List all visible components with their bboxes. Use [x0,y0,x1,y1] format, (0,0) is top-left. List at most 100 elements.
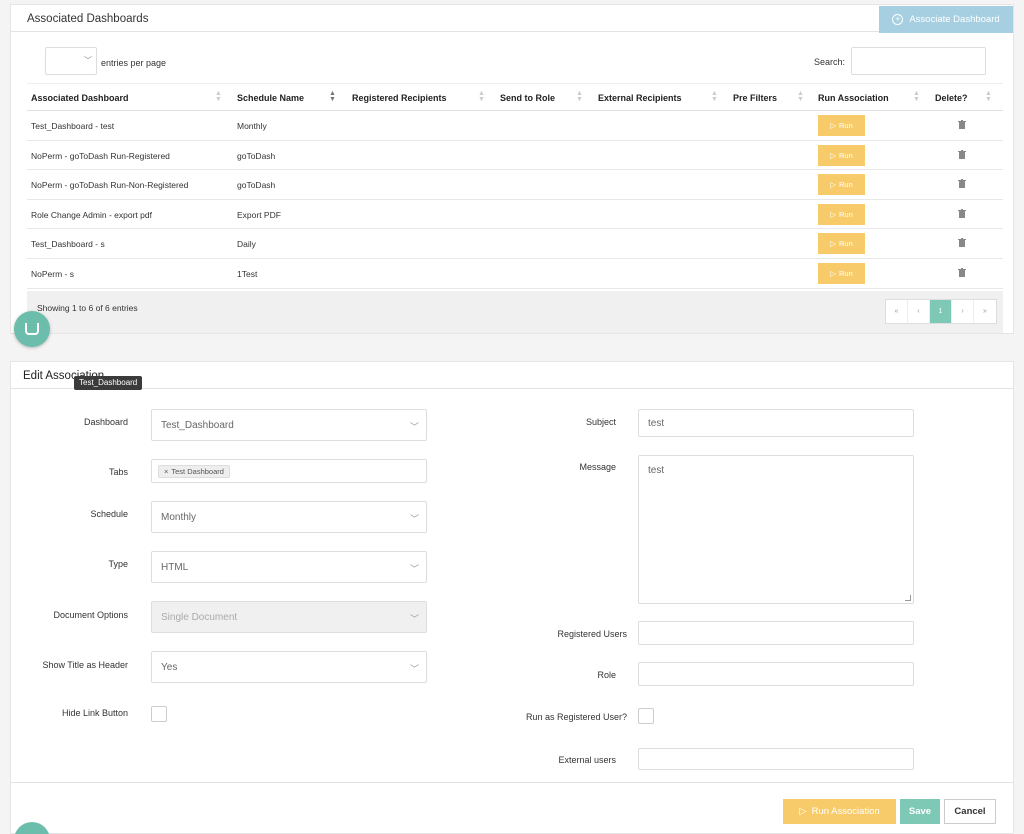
type-label: Type [108,559,128,569]
remove-tag-icon[interactable]: × [164,467,168,476]
cell-dashboard: NoPerm - goToDash Run-Registered [31,150,170,161]
chat-icon [25,323,39,335]
chevron-down-icon: ﹀ [409,422,419,432]
show-title-select[interactable]: Yes ﹀ [151,651,427,683]
run-button[interactable]: ▷ Run [818,233,865,255]
run-association-button[interactable]: ▷ Run Association [783,799,896,824]
cell-schedule: Daily [237,239,256,250]
subject-label: Subject [585,417,616,427]
run-as-registered-label: Run as Registered User? [525,712,627,722]
table-row: Test_Dashboard - test Monthly ▷ Run [27,111,1003,141]
chevron-down-icon: ﹀ [409,514,419,524]
cell-schedule: goToDash [237,150,276,161]
run-button[interactable]: ▷ Run [818,174,865,196]
entries-per-page-select[interactable]: ﹀ [45,47,97,75]
run-as-registered-checkbox[interactable] [638,708,654,724]
sort-icon[interactable]: ▲ ▼ [797,90,804,103]
show-title-value: Yes [161,661,178,673]
registered-users-input[interactable] [638,621,914,645]
type-select[interactable]: HTML ﹀ [151,551,427,583]
sort-icon[interactable]: ▲ ▼ [329,90,336,103]
associate-dashboard-label: Associate Dashboard [909,14,1000,25]
cell-dashboard: Test_Dashboard - s [31,239,105,250]
external-users-input[interactable] [638,748,914,770]
trash-icon[interactable] [958,179,966,189]
play-icon: ▷ [799,806,807,817]
subject-value: test [648,417,665,429]
schedule-label: Schedule [90,509,128,519]
message-label: Message [579,462,616,472]
sort-icon[interactable]: ▲ ▼ [711,90,718,103]
play-icon: ▷ [830,268,836,278]
search-input[interactable] [851,47,986,75]
sort-icon[interactable]: ▲ ▼ [576,90,583,103]
tabs-multiselect[interactable]: × Test Dashboard [151,459,427,483]
run-label: Run [839,180,853,190]
save-button[interactable]: Save [900,799,940,824]
sort-icon[interactable]: ▲ ▼ [985,90,992,103]
message-textarea[interactable]: test [638,455,914,604]
document-options-value: Single Document [161,611,238,623]
run-button[interactable]: ▷ Run [818,115,865,136]
last-page-button[interactable]: » [974,300,996,323]
column-header-registered[interactable]: Registered Recipients [352,93,447,103]
hide-link-checkbox[interactable] [151,706,167,722]
run-button[interactable]: ▷ Run [818,144,865,166]
run-button[interactable]: ▷ Run [818,203,865,225]
trash-icon[interactable] [958,149,966,159]
plus-circle-icon: + [892,14,904,25]
chevron-down-icon: ﹀ [409,664,419,674]
next-page-button[interactable]: › [952,300,974,323]
registered-users-label: Registered Users [557,629,627,639]
run-association-label: Run Association [811,806,880,817]
chat-bubble-button[interactable] [14,311,50,347]
hide-link-label: Hide Link Button [61,708,128,718]
table-row: NoPerm - s 1Test ▷ Run [27,259,1003,289]
column-header-dashboard[interactable]: Associated Dashboard [31,93,129,103]
sort-icon[interactable]: ▲ ▼ [478,90,485,103]
trash-icon[interactable] [958,267,966,277]
cell-dashboard: NoPerm - goToDash Run-Non-Registered [31,180,189,191]
sort-icon[interactable]: ▲ ▼ [913,90,920,103]
dashboard-label: Dashboard [83,417,128,427]
sort-icon[interactable]: ▲ ▼ [215,90,222,103]
entries-label: entries per page [101,58,167,68]
chevron-down-icon: ﹀ [409,564,419,574]
role-input[interactable] [638,662,914,686]
prev-page-button[interactable]: ‹ [908,300,930,323]
cell-schedule: goToDash [237,180,276,191]
dashboard-select[interactable]: Test_Dashboard ﹀ [151,409,427,441]
document-options-select[interactable]: Single Document ﹀ [151,601,427,633]
cancel-button[interactable]: Cancel [944,799,996,824]
column-header-external[interactable]: External Recipients [598,93,682,103]
schedule-select[interactable]: Monthly ﹀ [151,501,427,533]
cell-dashboard: NoPerm - s [31,268,74,279]
column-header-prefilters[interactable]: Pre Filters [733,93,777,103]
panel-title: Associated Dashboards [27,13,149,25]
column-header-schedule[interactable]: Schedule Name [237,93,304,103]
panel-header: Edit Association [11,362,1013,389]
role-label: Role [597,670,616,680]
run-label: Run [839,121,853,130]
document-options-label: Document Options [53,610,128,620]
play-icon: ▷ [830,121,836,130]
tabs-label: Tabs [108,467,128,477]
first-page-button[interactable]: « [886,300,908,323]
column-header-role[interactable]: Send to Role [500,93,555,103]
footer-divider [11,782,1013,783]
tab-tag: × Test Dashboard [158,464,230,478]
run-button[interactable]: ▷ Run [818,262,865,284]
pagination: « ‹ 1 › » [885,299,997,324]
resize-handle-icon[interactable] [905,595,911,601]
trash-icon[interactable] [958,238,966,248]
trash-icon[interactable] [958,208,966,218]
page-1-button[interactable]: 1 [930,300,952,323]
trash-icon[interactable] [958,120,966,129]
column-header-delete[interactable]: Delete? [935,93,968,103]
schedule-value: Monthly [161,511,197,523]
subject-input[interactable]: test [638,409,914,437]
column-header-run[interactable]: Run Association [818,93,889,103]
showing-entries-text: Showing 1 to 6 of 6 entries [37,303,138,313]
associate-dashboard-button[interactable]: + Associate Dashboard [879,6,1013,33]
play-icon: ▷ [830,150,836,160]
